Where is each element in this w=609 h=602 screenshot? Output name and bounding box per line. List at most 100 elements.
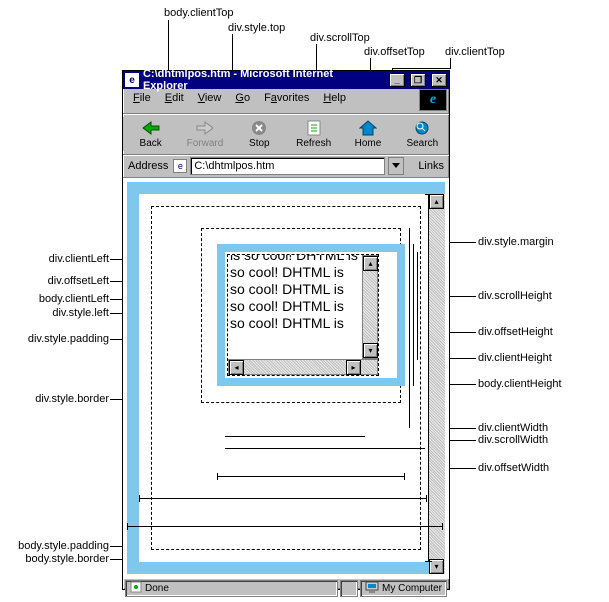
titlebar: e C:\dhtmlpos.htm - Microsoft Internet E… bbox=[123, 71, 449, 89]
document-icon: e bbox=[173, 159, 187, 173]
forward-label: Forward bbox=[187, 138, 224, 149]
label-div-clientWidth: div.clientWidth bbox=[478, 422, 548, 434]
refresh-button[interactable]: Refresh bbox=[286, 117, 340, 151]
body-scrollbar-vertical[interactable]: ▴ ▾ bbox=[429, 194, 445, 574]
content-area: ▴ ▾ is so cool! DHTML is so cool! DHTML … bbox=[123, 178, 449, 578]
label-div-scrollHeight: div.scrollHeight bbox=[478, 290, 552, 302]
menu-bar: File Edit View Go Favorites Help e bbox=[123, 89, 449, 114]
computer-icon bbox=[365, 581, 379, 596]
label-div-offsetTop: div.offsetTop bbox=[364, 46, 425, 58]
stop-label: Stop bbox=[249, 138, 270, 149]
search-label: Search bbox=[406, 138, 438, 149]
back-label: Back bbox=[140, 138, 162, 149]
label-body-clientLeft: body.clientLeft bbox=[39, 293, 109, 305]
stop-button[interactable]: Stop bbox=[232, 117, 286, 151]
dim-cap bbox=[139, 495, 140, 502]
ie-logo-icon: e bbox=[419, 89, 447, 111]
home-label: Home bbox=[355, 138, 382, 149]
forward-button[interactable]: Forward bbox=[177, 117, 231, 151]
scroll-left-button[interactable]: ◂ bbox=[229, 360, 244, 375]
scroll-right-button[interactable]: ▸ bbox=[346, 360, 361, 375]
label-div-style-padding: div.style.padding bbox=[28, 333, 109, 345]
status-zone-cell: My Computer bbox=[360, 580, 447, 597]
address-dropdown-button[interactable] bbox=[388, 157, 404, 175]
dim-cap bbox=[127, 523, 128, 530]
status-done-label: Done bbox=[145, 583, 169, 594]
dim-cap bbox=[404, 473, 405, 480]
label-div-offsetHeight: div.offsetHeight bbox=[478, 326, 553, 338]
chevron-down-icon bbox=[392, 163, 400, 169]
div-content-region: is so cool! DHTML is so cool! DHTML is s… bbox=[228, 255, 378, 375]
status-zone-label: My Computer bbox=[382, 583, 442, 594]
dim-div-scrollHeight bbox=[409, 228, 410, 428]
label-div-offsetWidth: div.offsetWidth bbox=[478, 462, 549, 474]
ie-doc-icon: e bbox=[125, 73, 139, 87]
label-div-clientHeight: div.clientHeight bbox=[478, 352, 552, 364]
dim-cap bbox=[442, 523, 443, 530]
minimize-button[interactable]: _ bbox=[389, 73, 405, 87]
search-button[interactable]: Search bbox=[395, 117, 449, 151]
menu-edit[interactable]: Edit bbox=[159, 91, 190, 111]
leader bbox=[450, 58, 451, 68]
label-body-clientHeight: body.clientHeight bbox=[478, 378, 562, 390]
stop-icon bbox=[250, 119, 268, 137]
toolbar: Back Forward Stop Refresh Home bbox=[123, 114, 449, 155]
leader bbox=[392, 68, 451, 69]
dim-div-clientWidth bbox=[225, 436, 365, 437]
refresh-icon bbox=[305, 119, 323, 137]
browser-window: e C:\dhtmlpos.htm - Microsoft Internet E… bbox=[122, 70, 450, 590]
status-done-cell: Done bbox=[125, 580, 338, 597]
dim-cap bbox=[217, 473, 218, 480]
menu-help[interactable]: Help bbox=[317, 91, 352, 111]
dim-div-offsetHeight bbox=[413, 244, 414, 386]
dim-cap bbox=[425, 194, 432, 195]
label-div-style-border: div.style.border bbox=[35, 393, 109, 405]
dim-cap bbox=[426, 495, 427, 502]
label-div-style-margin: div.style.margin bbox=[478, 236, 554, 248]
maximize-button[interactable]: ❐ bbox=[410, 73, 426, 87]
dim-body-clientWidth bbox=[139, 498, 427, 499]
scroll-up-button[interactable]: ▴ bbox=[429, 194, 444, 209]
window-title: C:\dhtmlpos.htm - Microsoft Internet Exp… bbox=[143, 68, 380, 92]
arrow-right-icon bbox=[196, 119, 214, 137]
label-body-style-border: body.style.border bbox=[25, 553, 109, 565]
scroll-up-button[interactable]: ▴ bbox=[363, 256, 378, 271]
label-div-scrollWidth: div.scrollWidth bbox=[478, 434, 548, 446]
back-button[interactable]: Back bbox=[123, 117, 177, 151]
menu-view[interactable]: View bbox=[192, 91, 228, 111]
dim-div-scrollWidth bbox=[225, 448, 425, 449]
menu-file[interactable]: File bbox=[127, 91, 157, 111]
search-icon bbox=[413, 119, 431, 137]
close-button[interactable]: ✕ bbox=[431, 73, 447, 87]
content-text: is so cool! DHTML is so cool! DHTML is s… bbox=[230, 255, 360, 332]
dim-body-clientHeight bbox=[428, 194, 429, 562]
address-label: Address bbox=[126, 160, 170, 172]
dim-div-clientHeight bbox=[417, 252, 418, 360]
home-button[interactable]: Home bbox=[340, 117, 394, 151]
label-div-clientTop: div.clientTop bbox=[445, 46, 505, 58]
refresh-label: Refresh bbox=[296, 138, 331, 149]
status-bar: Done My Computer bbox=[123, 578, 449, 598]
home-icon bbox=[359, 119, 377, 137]
div-scrollbar-vertical[interactable]: ▴ ▾ bbox=[362, 255, 378, 359]
menu-go[interactable]: Go bbox=[229, 91, 256, 111]
done-icon bbox=[130, 581, 142, 596]
address-bar: Address e C:\dhtmlpos.htm Links bbox=[123, 155, 449, 178]
dim-div-offsetWidth bbox=[217, 476, 405, 477]
dim-body-offsetWidth bbox=[127, 526, 443, 527]
label-div-scrollTop: div.scrollTop bbox=[310, 32, 370, 44]
label-body-clientTop: body.clientTop bbox=[164, 7, 234, 19]
div-scrollbar-horizontal[interactable]: ◂ ▸ bbox=[228, 359, 378, 375]
address-input[interactable]: C:\dhtmlpos.htm bbox=[190, 157, 385, 175]
arrow-left-icon bbox=[142, 119, 160, 137]
label-div-offsetLeft: div.offsetLeft bbox=[48, 275, 109, 287]
scroll-down-button[interactable]: ▾ bbox=[363, 343, 378, 358]
status-empty-cell bbox=[340, 580, 358, 597]
menu-favorites[interactable]: Favorites bbox=[258, 91, 315, 111]
dim-cap bbox=[425, 561, 432, 562]
label-div-style-top: div.style.top bbox=[228, 22, 285, 34]
links-label[interactable]: Links bbox=[416, 160, 446, 172]
label-div-style-left: div.style.left bbox=[52, 307, 109, 319]
label-div-clientLeft: div.clientLeft bbox=[49, 253, 109, 265]
label-body-style-padding: body.style.padding bbox=[18, 540, 109, 552]
